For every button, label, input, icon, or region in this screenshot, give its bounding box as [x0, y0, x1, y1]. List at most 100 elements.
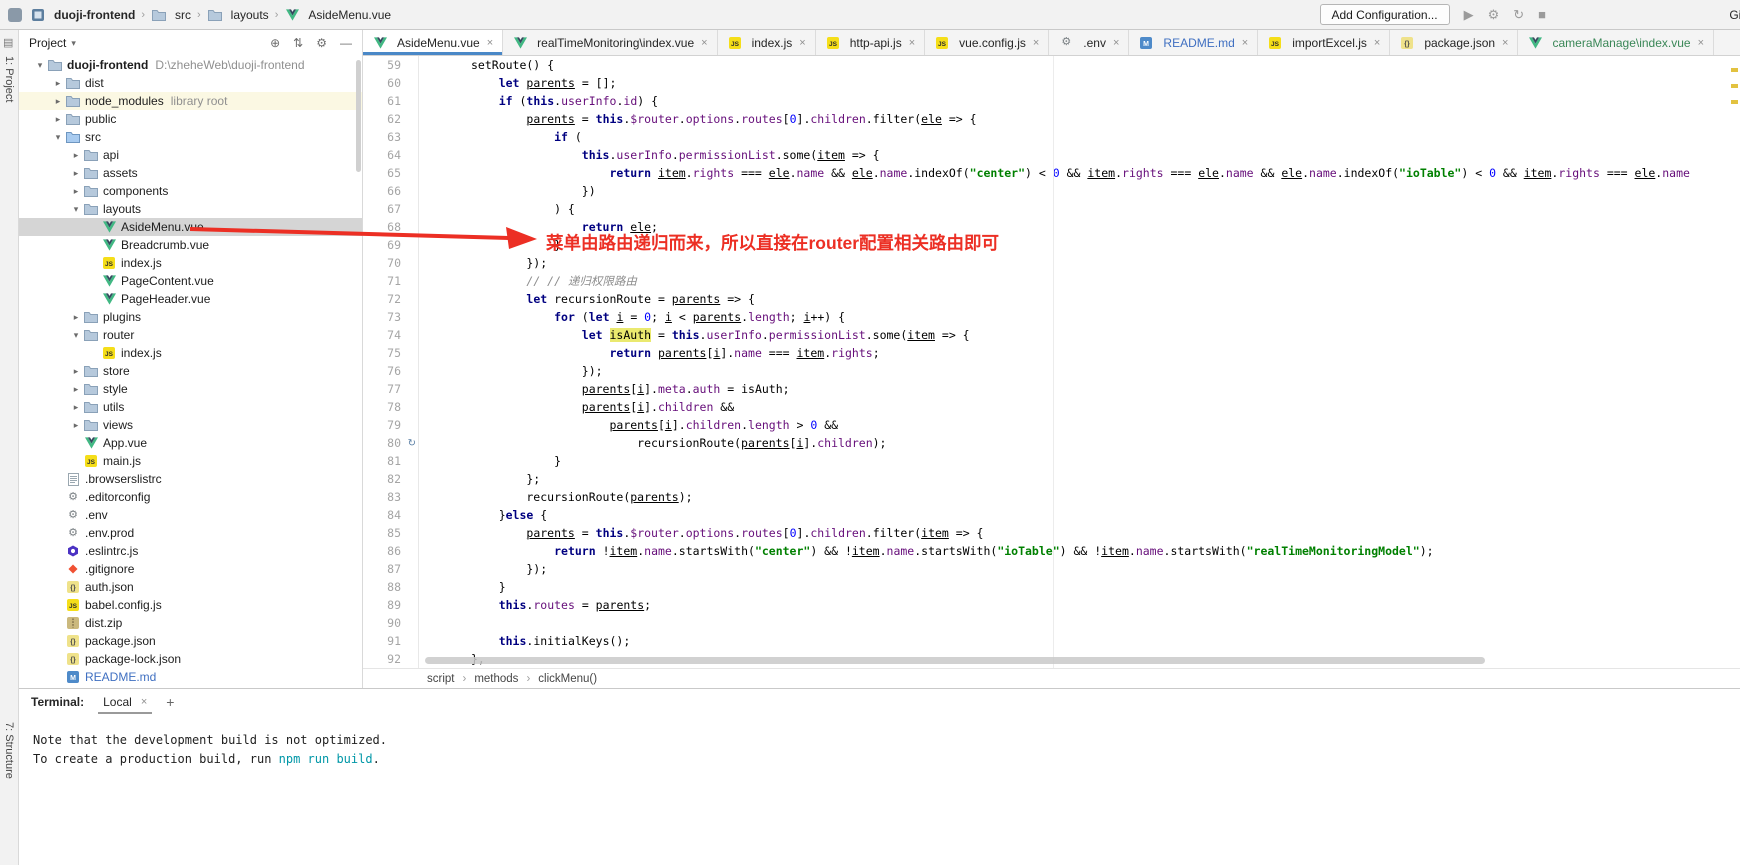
project-view-selector[interactable]: Project [29, 36, 66, 50]
editor-tab-http-api.js[interactable]: JShttp-api.js× [816, 30, 925, 55]
tree-item-style[interactable]: ▸style [19, 380, 362, 398]
editor-tab-cameraManage\index.vue[interactable]: cameraManage\index.vue× [1518, 30, 1714, 55]
code-line[interactable]: 68 return ele; [363, 218, 1740, 236]
code-line[interactable]: 77 parents[i].meta.auth = isAuth; [363, 380, 1740, 398]
tree-item-README.md[interactable]: MREADME.md [19, 668, 362, 686]
tree-item-.gitignore[interactable]: .gitignore [19, 560, 362, 578]
stop-icon[interactable]: ■ [1538, 8, 1546, 21]
tree-item-.editorconfig[interactable]: ⚙.editorconfig [19, 488, 362, 506]
tree-item-public[interactable]: ▸public [19, 110, 362, 128]
code-line[interactable]: 90 [363, 614, 1740, 632]
code-line[interactable]: 70 }); [363, 254, 1740, 272]
tree-item-App.vue[interactable]: App.vue [19, 434, 362, 452]
tree-toggle-icon[interactable]: ▾ [69, 204, 83, 215]
editor-tab-importExcel.js[interactable]: JSimportExcel.js× [1258, 30, 1390, 55]
code-line[interactable]: 71 // // 递归权限路由 [363, 272, 1740, 290]
tree-item-AsideMenu.vue[interactable]: AsideMenu.vue [19, 218, 362, 236]
code-line[interactable]: 81 } [363, 452, 1740, 470]
code-line[interactable]: 60 let parents = []; [363, 74, 1740, 92]
tree-toggle-icon[interactable]: ▾ [33, 60, 47, 71]
code-line[interactable]: 85 parents = this.$router.options.routes… [363, 524, 1740, 542]
tree-item-assets[interactable]: ▸assets [19, 164, 362, 182]
tree-item-.eslintrc.js[interactable]: .eslintrc.js [19, 542, 362, 560]
tab-close-icon[interactable]: × [799, 37, 805, 49]
tab-close-icon[interactable]: × [701, 37, 707, 49]
tree-item-src[interactable]: ▾src [19, 128, 362, 146]
tree-toggle-icon[interactable]: ▸ [69, 186, 83, 197]
code-line[interactable]: 83 recursionRoute(parents); [363, 488, 1740, 506]
tree-item-.browserslistrc[interactable]: .browserslistrc [19, 470, 362, 488]
run-icon[interactable]: ▶ [1464, 8, 1474, 21]
editor-horizontal-scrollbar[interactable] [425, 657, 1485, 664]
tool-window-button-structure[interactable]: 7: Structure [3, 722, 15, 779]
code-line[interactable]: 66 }) [363, 182, 1740, 200]
tree-item-.env.prod[interactable]: ⚙.env.prod [19, 524, 362, 542]
tree-toggle-icon[interactable]: ▸ [69, 312, 83, 323]
project-tree-scrollbar[interactable] [356, 60, 361, 172]
tool-window-button-project[interactable]: 1: Project [3, 56, 15, 102]
tree-toggle-icon[interactable]: ▸ [51, 114, 65, 125]
tree-item-package.json[interactable]: {}package.json [19, 632, 362, 650]
editor-tab-package.json[interactable]: {}package.json× [1390, 30, 1518, 55]
tree-toggle-icon[interactable]: ▸ [69, 150, 83, 161]
editor-breadcrumb-clickMenu()[interactable]: clickMenu() [538, 673, 597, 685]
tree-item-auth.json[interactable]: {}auth.json [19, 578, 362, 596]
chevron-down-icon[interactable]: ▾ [71, 38, 76, 49]
warning-stripe-mark[interactable] [1731, 84, 1738, 88]
tool-window-grid-icon[interactable]: ▤ [3, 36, 13, 49]
breadcrumb-item-src[interactable]: src [151, 8, 191, 22]
tree-item-router[interactable]: ▾router [19, 326, 362, 344]
terminal-tab-local[interactable]: Local × [98, 691, 152, 714]
warning-stripe-mark[interactable] [1731, 100, 1738, 104]
close-icon[interactable]: × [141, 696, 147, 708]
tree-toggle-icon[interactable]: ▸ [69, 420, 83, 431]
code-line[interactable]: 76 }); [363, 362, 1740, 380]
tree-toggle-icon[interactable]: ▸ [51, 78, 65, 89]
tree-item-views[interactable]: ▸views [19, 416, 362, 434]
editor-tab-README.md[interactable]: MREADME.md× [1129, 30, 1258, 55]
editor-breadcrumb-methods[interactable]: methods [474, 673, 518, 685]
tree-item-layouts[interactable]: ▾layouts [19, 200, 362, 218]
tree-toggle-icon[interactable]: ▾ [51, 132, 65, 143]
new-terminal-session-icon[interactable]: + [166, 694, 174, 710]
tree-item-dist[interactable]: ▸dist [19, 74, 362, 92]
tree-toggle-icon[interactable]: ▸ [69, 384, 83, 395]
tab-close-icon[interactable]: × [1242, 37, 1248, 49]
code-line[interactable]: 61 if (this.userInfo.id) { [363, 92, 1740, 110]
tab-close-icon[interactable]: × [1502, 37, 1508, 49]
tree-item-main.js[interactable]: JSmain.js [19, 452, 362, 470]
tab-close-icon[interactable]: × [1113, 37, 1119, 49]
code-line[interactable]: 82 }; [363, 470, 1740, 488]
update-project-icon[interactable]: ↻ [1513, 8, 1524, 21]
tree-item-plugins[interactable]: ▸plugins [19, 308, 362, 326]
tree-item-PageHeader.vue[interactable]: PageHeader.vue [19, 290, 362, 308]
tab-close-icon[interactable]: × [1033, 37, 1039, 49]
code-line[interactable]: 78 parents[i].children && [363, 398, 1740, 416]
tab-close-icon[interactable]: × [1374, 37, 1380, 49]
tree-item-node_modules[interactable]: ▸node_moduleslibrary root [19, 92, 362, 110]
settings-icon[interactable]: ⚙ [316, 36, 327, 50]
code-line[interactable]: 64 this.userInfo.permissionList.some(ite… [363, 146, 1740, 164]
add-configuration-button[interactable]: Add Configuration... [1320, 4, 1450, 25]
tree-item-package-lock.json[interactable]: {}package-lock.json [19, 650, 362, 668]
code-line[interactable]: 63 if ( [363, 128, 1740, 146]
code-line[interactable]: 72 let recursionRoute = parents => { [363, 290, 1740, 308]
code-line[interactable]: 79 parents[i].children.length > 0 && [363, 416, 1740, 434]
tab-close-icon[interactable]: × [487, 37, 493, 49]
tree-item-store[interactable]: ▸store [19, 362, 362, 380]
tree-item-Breadcrumb.vue[interactable]: Breadcrumb.vue [19, 236, 362, 254]
code-line[interactable]: 74 let isAuth = this.userInfo.permission… [363, 326, 1740, 344]
tree-toggle-icon[interactable]: ▸ [51, 96, 65, 107]
editor-tab-realTimeMonitoring\index.vue[interactable]: realTimeMonitoring\index.vue× [503, 30, 717, 55]
tree-item-babel.config.js[interactable]: JSbabel.config.js [19, 596, 362, 614]
tree-item-utils[interactable]: ▸utils [19, 398, 362, 416]
code-line[interactable]: 73 for (let i = 0; i < parents.length; i… [363, 308, 1740, 326]
collapse-all-icon[interactable]: ⇅ [293, 36, 303, 50]
breadcrumb-item-duoji-frontend[interactable]: duoji-frontend [30, 8, 135, 22]
code-line[interactable]: 75 return parents[i].name === item.right… [363, 344, 1740, 362]
code-line[interactable]: 87 }); [363, 560, 1740, 578]
code-editor[interactable]: 59setRoute() {60 let parents = [];61 if … [363, 56, 1740, 668]
tab-close-icon[interactable]: × [909, 37, 915, 49]
code-line[interactable]: 65 return item.rights === ele.name && el… [363, 164, 1740, 182]
tree-item-components[interactable]: ▸components [19, 182, 362, 200]
